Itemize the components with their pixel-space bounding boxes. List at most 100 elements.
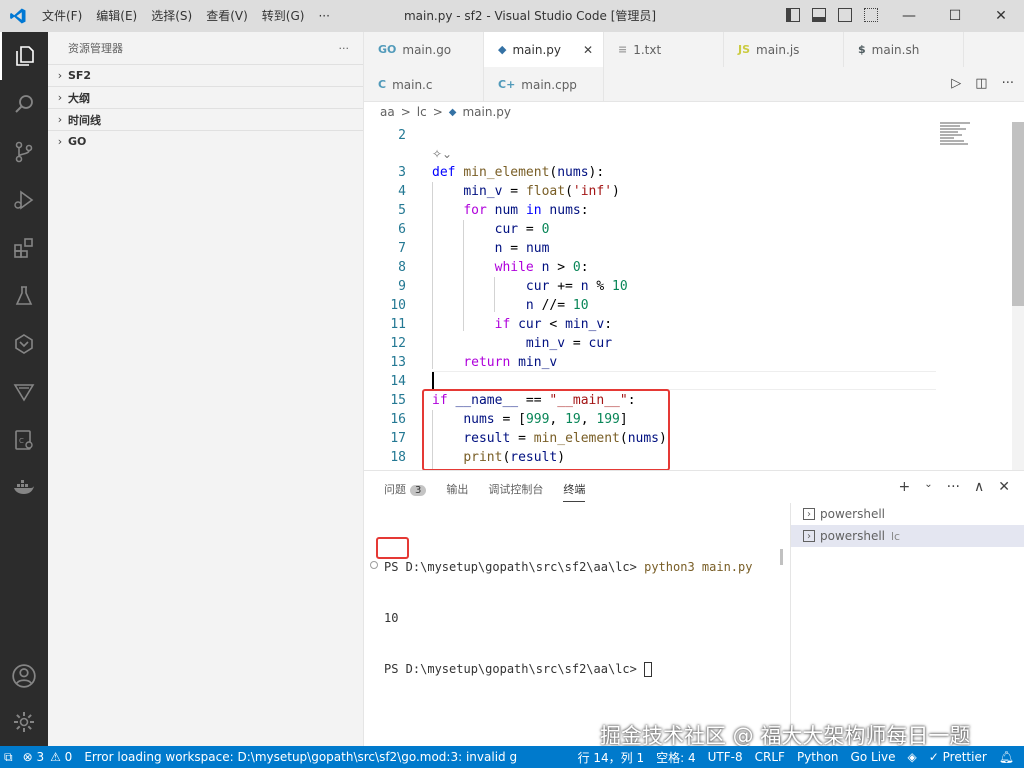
editor-scrollbar[interactable] [1012, 122, 1024, 470]
menu-selection[interactable]: 选择(S) [144, 0, 199, 32]
source-control-icon[interactable] [0, 128, 48, 176]
language-mode[interactable]: Python [791, 750, 845, 764]
menu-bar: 文件(F) 编辑(E) 选择(S) 查看(V) 转到(G) ··· [35, 0, 337, 32]
triangle-extension-icon[interactable] [0, 368, 48, 416]
line-number: 9 [398, 279, 406, 294]
tab-debug-console[interactable]: 调试控制台 [488, 481, 543, 502]
tab-main-js[interactable]: JS main.js [724, 32, 844, 67]
menu-view[interactable]: 查看(V) [199, 0, 255, 32]
remote-indicator-icon[interactable]: ⧉ [0, 750, 17, 765]
title-bar: 文件(F) 编辑(E) 选择(S) 查看(V) 转到(G) ··· main.p… [0, 0, 1024, 32]
highlight-box-main-block [422, 389, 670, 471]
terminal-decoration-icon [370, 561, 378, 569]
breadcrumb-file[interactable]: main.py [462, 105, 511, 119]
terminal-output[interactable]: PS D:\mysetup\gopath\src\sf2\aa\lc> pyth… [384, 525, 752, 712]
tab-main-c[interactable]: Cmain.c [364, 67, 484, 102]
go-live-button[interactable]: Go Live [845, 750, 902, 764]
notifications-bell-icon[interactable]: 🔔︎ [993, 750, 1020, 764]
terminal-instance-1[interactable]: › powershell [791, 503, 1024, 525]
explorer-icon[interactable] [0, 32, 48, 80]
toggle-sidebar-icon[interactable] [786, 8, 800, 22]
section-sf2[interactable]: › SF2 [48, 64, 363, 86]
tab-label: main.c [392, 77, 433, 92]
terminal-dropdown-icon[interactable]: ⌄ [924, 479, 932, 495]
breadcrumb-folder-aa[interactable]: aa [380, 105, 395, 119]
section-label: 大纲 [68, 91, 90, 105]
line-number: 5 [398, 203, 406, 218]
terminal-command: python3 main.py [644, 560, 753, 574]
run-file-icon[interactable]: ▷ [951, 76, 961, 91]
new-terminal-button[interactable]: + [899, 479, 911, 495]
settings-gear-icon[interactable] [0, 698, 48, 746]
close-window-button[interactable]: ✕ [978, 0, 1024, 32]
search-icon[interactable] [0, 80, 48, 128]
run-debug-icon[interactable] [0, 176, 48, 224]
menu-file[interactable]: 文件(F) [35, 0, 89, 32]
section-timeline[interactable]: › 时间线 [48, 108, 363, 130]
close-panel-button[interactable]: ✕ [998, 479, 1010, 495]
tab-main-py[interactable]: ◆ main.py ✕ [484, 32, 604, 67]
section-outline[interactable]: › 大纲 [48, 86, 363, 108]
minimize-button[interactable]: — [886, 0, 932, 32]
section-label: GO [68, 135, 87, 148]
panel-more-button[interactable]: ··· [947, 479, 960, 495]
split-editor-icon[interactable]: ◫ [975, 76, 987, 91]
account-icon[interactable] [0, 652, 48, 700]
terminal-scrollbar[interactable] [780, 549, 783, 565]
code-lens-icon[interactable]: ✧⌄ [432, 147, 452, 161]
gitlens-icon[interactable] [0, 320, 48, 368]
minimap[interactable] [940, 122, 1010, 162]
code-line: 7 n = num [364, 239, 1012, 258]
toggle-panel-icon[interactable] [812, 8, 826, 22]
end-of-line[interactable]: CRLF [749, 750, 791, 764]
encoding[interactable]: UTF-8 [702, 750, 749, 764]
customize-layout-icon[interactable] [864, 8, 878, 22]
sidebar-more-actions[interactable]: ··· [339, 42, 350, 55]
tab-output[interactable]: 输出 [446, 481, 468, 502]
window-controls: — ☐ ✕ [886, 0, 1024, 32]
menu-go[interactable]: 转到(G) [255, 0, 312, 32]
tab-label: 问题 [384, 483, 406, 496]
sidebar-title: 资源管理器 [68, 42, 123, 55]
menu-edit[interactable]: 编辑(E) [89, 0, 144, 32]
editor-tabs-row-1: GO main.go ◆ main.py ✕ ≡ 1.txt JS main.js $ ma… [364, 32, 1024, 67]
tab-main-cpp[interactable]: C+ main.cpp [484, 67, 604, 102]
terminal-cwd: lc [891, 529, 901, 543]
code-line: 10 n //= 10 [364, 296, 1012, 315]
indentation[interactable]: 空格: 4 [650, 749, 702, 766]
tab-terminal[interactable]: 终端 [563, 481, 586, 502]
tab-main-go[interactable]: GO main.go [364, 32, 484, 67]
vscode-logo-icon [0, 0, 35, 32]
svg-text:C: C [19, 437, 24, 445]
extensions-icon[interactable] [0, 224, 48, 272]
tab-problems[interactable]: 问题 3 [384, 481, 427, 502]
terminal-list: › powershell › powershell lc [790, 503, 1024, 747]
close-tab-icon[interactable]: ✕ [583, 43, 593, 57]
code-text: while n > 0: [494, 260, 589, 275]
problems-count-badge: 3 [410, 485, 427, 496]
code-text: min_v = float('inf') [463, 184, 620, 199]
toggle-secondary-sidebar-icon[interactable] [838, 8, 852, 22]
scrollbar-thumb[interactable] [1012, 122, 1024, 306]
more-actions-icon[interactable]: ··· [1002, 76, 1014, 91]
docker-icon[interactable] [0, 464, 48, 512]
breadcrumb-folder-lc[interactable]: lc [417, 105, 427, 119]
terminal-instance-2[interactable]: › powershell lc [791, 525, 1024, 547]
maximize-panel-button[interactable]: ∧ [974, 479, 984, 495]
cursor-position[interactable]: 行 14，列 1 [572, 749, 651, 766]
maximize-button[interactable]: ☐ [932, 0, 978, 32]
section-go[interactable]: › GO [48, 130, 363, 152]
tab-1-txt[interactable]: ≡ 1.txt [604, 32, 724, 67]
testing-flask-icon[interactable] [0, 272, 48, 320]
menu-more[interactable]: ··· [311, 0, 336, 32]
warnings-indicator[interactable]: ⚠ 0 [50, 750, 78, 764]
code-text: if cur < min_v: [494, 317, 613, 332]
tab-main-sh[interactable]: $ main.sh [844, 32, 964, 67]
workspace-error-message[interactable]: Error loading workspace: D:\mysetup\gopa… [78, 750, 523, 764]
breadcrumb-separator: > [432, 105, 443, 119]
code-line: 13 return min_v [364, 353, 1012, 372]
extension-status-icon[interactable]: ◈ [902, 750, 923, 764]
prettier-status[interactable]: ✓ Prettier [923, 750, 993, 764]
remote-explorer-icon[interactable]: C [0, 416, 48, 464]
errors-indicator[interactable]: ⊗ 3 [17, 750, 51, 764]
